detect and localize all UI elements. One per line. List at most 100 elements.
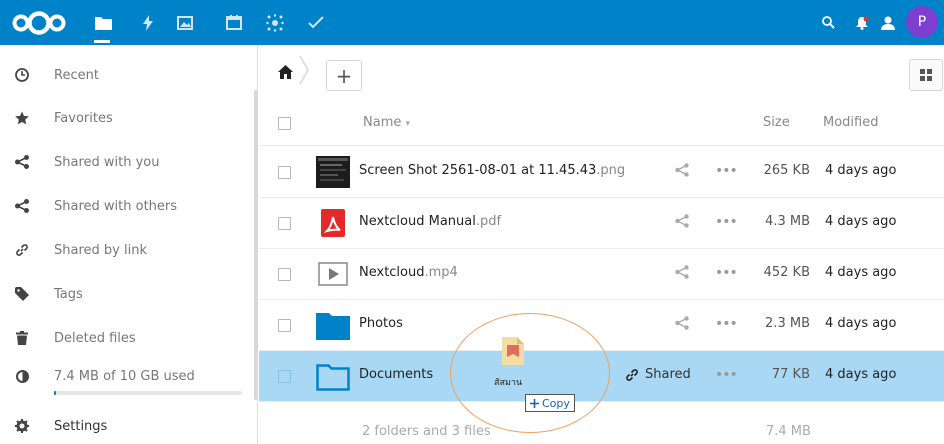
file-size: 265 KB (763, 163, 810, 178)
sidebar-item-label: Favorites (54, 110, 113, 126)
file-name[interactable]: Photos (359, 316, 403, 331)
file-size: 77 KB (771, 367, 810, 382)
folder-icon (316, 310, 350, 342)
column-header-name[interactable]: Name ▾ (363, 115, 410, 130)
active-nav-indicator (94, 40, 110, 43)
pdf-file-icon (321, 209, 347, 239)
breadcrumb-separator (299, 55, 309, 91)
more-actions-icon[interactable]: ••• (715, 316, 738, 332)
share-icon[interactable] (675, 265, 689, 283)
file-name[interactable]: Screen Shot 2561-08-01 at 11.45.43.png (359, 163, 625, 178)
more-actions-icon[interactable]: ••• (715, 214, 738, 230)
sidebar-item-settings[interactable]: Settings (0, 405, 250, 444)
quota-progress-bar (54, 391, 242, 395)
file-size: 452 KB (763, 265, 810, 280)
file-summary: 2 folders and 3 files (362, 424, 491, 439)
table-row[interactable]: Nextcloud Manual.pdf ••• 4.3 MB 4 days a… (259, 198, 944, 249)
row-checkbox[interactable] (278, 268, 291, 281)
sidebar-item-shared-by-link[interactable]: Shared by link (0, 229, 250, 271)
sidebar-item-deleted-files[interactable]: Deleted files (0, 317, 250, 359)
files-icon[interactable] (92, 0, 114, 45)
dragged-file-icon (502, 337, 524, 365)
gear-icon (0, 405, 44, 444)
link-icon (626, 368, 638, 381)
sidebar-item-label: Shared with others (54, 198, 178, 214)
file-table-header: Name ▾ Size Modified (259, 100, 944, 146)
shared-link-status[interactable]: Shared (625, 367, 691, 382)
table-row[interactable]: Screen Shot 2561-08-01 at 11.45.43.png •… (259, 147, 944, 198)
grid-icon (920, 69, 932, 81)
sidebar-item-label: Shared with you (54, 154, 160, 170)
column-header-modified[interactable]: Modified (823, 115, 878, 130)
sidebar-item-label: Recent (54, 67, 99, 83)
sidebar-item-shared-with-others[interactable]: Shared with others (0, 185, 250, 227)
quota-pie-icon (0, 355, 44, 397)
share-icon[interactable] (675, 163, 689, 181)
gallery-icon[interactable] (174, 0, 196, 45)
breadcrumb: + (259, 45, 944, 99)
calendar-icon[interactable] (223, 0, 245, 45)
file-modified: 4 days ago (825, 214, 897, 229)
top-header: P (0, 0, 944, 45)
share-icon[interactable] (675, 316, 689, 334)
file-size: 4.3 MB (765, 214, 810, 229)
table-row[interactable]: Nextcloud.mp4 ••• 452 KB 4 days ago (259, 249, 944, 300)
folder-outline-icon (316, 361, 350, 393)
link-icon (0, 229, 44, 271)
more-actions-icon[interactable]: ••• (715, 265, 738, 281)
share-icon (0, 185, 44, 227)
copy-tooltip: Copy (525, 394, 575, 412)
add-new-button[interactable]: + (326, 60, 362, 91)
sidebar-item-shared-with-you[interactable]: Shared with you (0, 141, 250, 183)
sidebar-item-tags[interactable]: Tags (0, 273, 250, 315)
star-icon (0, 97, 44, 139)
sidebar-item-label: Settings (54, 418, 108, 434)
row-checkbox[interactable] (278, 319, 291, 332)
sidebar-scrollbar[interactable] (254, 90, 258, 400)
total-size: 7.4 MB (766, 424, 811, 439)
more-actions-icon[interactable]: ••• (715, 367, 738, 383)
sidebar-item-recent[interactable]: Recent (0, 54, 250, 96)
tasks-icon[interactable] (305, 0, 327, 45)
file-modified: 4 days ago (825, 367, 897, 382)
clock-icon (0, 54, 44, 96)
video-file-icon (318, 262, 348, 286)
activity-icon[interactable] (138, 0, 158, 45)
column-header-size[interactable]: Size (763, 115, 790, 130)
sidebar-item-favorites[interactable]: Favorites (0, 97, 250, 139)
home-icon[interactable] (267, 57, 303, 87)
select-all-checkbox[interactable] (278, 117, 291, 130)
row-checkbox[interactable] (278, 166, 291, 179)
nextcloud-logo-icon[interactable] (10, 0, 68, 45)
quota-progress-fill (54, 391, 56, 395)
circles-icon[interactable] (263, 0, 287, 45)
table-row[interactable]: Photos ••• 2.3 MB 4 days ago (259, 300, 944, 351)
share-icon (0, 141, 44, 183)
dragged-file-label: สัสมาน (494, 378, 523, 388)
file-name[interactable]: Nextcloud Manual.pdf (359, 214, 501, 229)
search-icon[interactable] (817, 0, 839, 45)
notifications-icon[interactable] (851, 0, 873, 45)
sidebar-item-label: Tags (54, 286, 83, 302)
drag-highlight-circle (450, 313, 610, 433)
sidebar-item-label: Deleted files (54, 330, 136, 346)
more-actions-icon[interactable]: ••• (715, 163, 738, 179)
image-thumbnail-icon (316, 156, 350, 188)
grid-view-toggle[interactable] (909, 59, 943, 91)
file-modified: 4 days ago (825, 163, 897, 178)
contacts-icon[interactable] (877, 0, 899, 45)
file-modified: 4 days ago (825, 316, 897, 331)
file-name[interactable]: Nextcloud.mp4 (359, 265, 458, 280)
share-icon[interactable] (675, 214, 689, 232)
file-name[interactable]: Documents (359, 367, 433, 382)
row-checkbox[interactable] (278, 217, 291, 230)
sidebar-item-label: Shared by link (54, 242, 147, 258)
quota-label: 7.4 MB of 10 GB used (54, 368, 195, 384)
tag-icon (0, 273, 44, 315)
sidebar: Recent Favorites Shared with you Shared … (0, 45, 258, 444)
row-checkbox[interactable] (278, 370, 291, 383)
user-avatar[interactable]: P (906, 6, 938, 38)
file-size: 2.3 MB (765, 316, 810, 331)
file-modified: 4 days ago (825, 265, 897, 280)
trash-icon (0, 317, 44, 359)
